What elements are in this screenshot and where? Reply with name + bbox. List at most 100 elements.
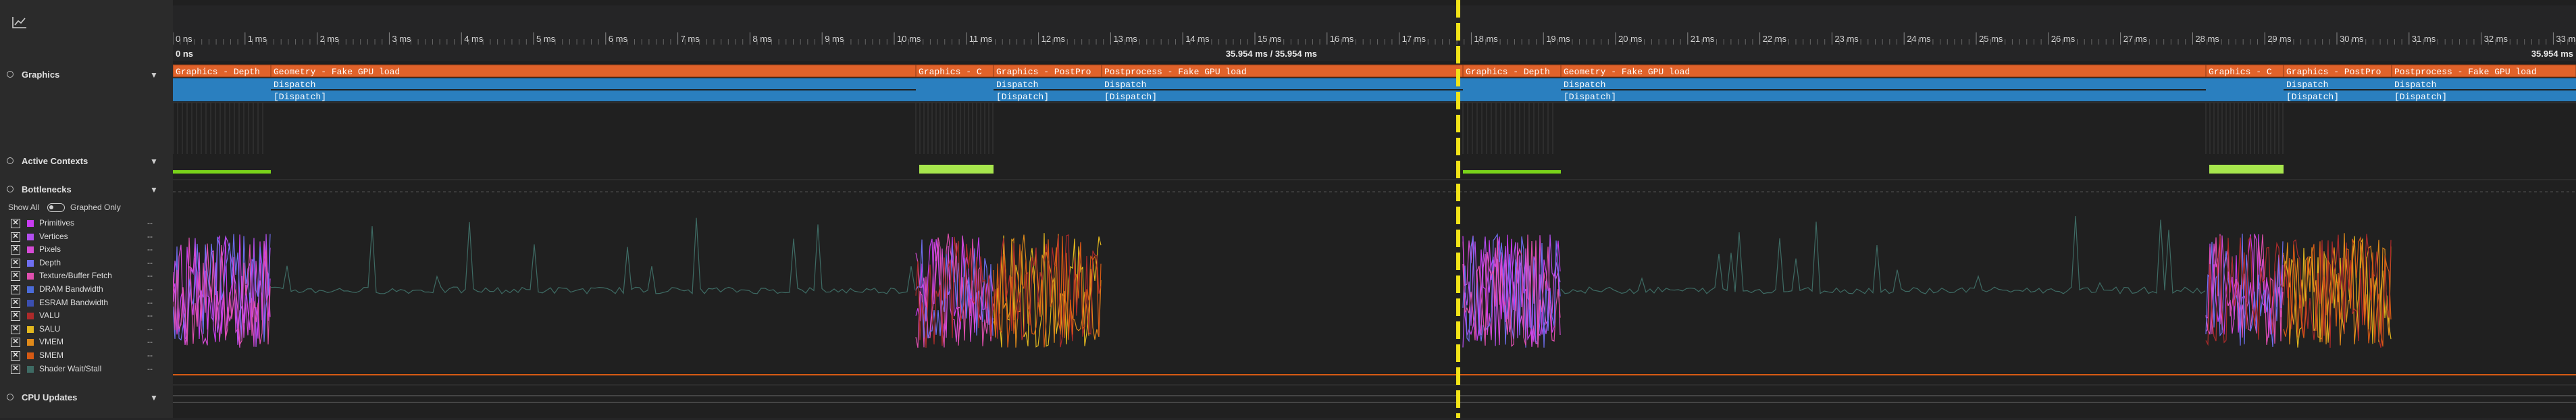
dispatch-bracket-label: [Dispatch] xyxy=(1104,92,1157,102)
dispatch-bar xyxy=(271,90,916,101)
metric-row[interactable]: ✕ Primitives -- xyxy=(11,217,173,230)
graphed-only-toggle[interactable] xyxy=(47,203,65,212)
metric-row[interactable]: ✕ Vertices -- xyxy=(11,231,173,244)
metric-checkbox[interactable]: ✕ xyxy=(11,298,20,308)
metric-checkbox[interactable]: ✕ xyxy=(11,232,20,242)
ruler-label: 21 ms xyxy=(1691,34,1715,44)
section-cpu-updates[interactable]: CPU Updates ▼ xyxy=(0,390,173,405)
chevron-down-icon[interactable]: ▼ xyxy=(150,157,158,166)
dispatch-stub xyxy=(173,78,271,101)
metric-color-swatch xyxy=(27,233,34,240)
gpu-bar-label: Geometry - Fake GPU load xyxy=(274,67,400,77)
metric-value: -- xyxy=(147,297,153,307)
ruler-label: 20 ms xyxy=(1618,34,1643,44)
metric-row[interactable]: ✕ Texture/Buffer Fetch -- xyxy=(11,270,173,283)
metric-value: -- xyxy=(147,218,153,228)
ruler-label: 33 ms xyxy=(2556,34,2576,44)
chevron-down-icon[interactable]: ▼ xyxy=(150,393,158,402)
dispatch-label: Dispatch xyxy=(1104,80,1146,90)
metric-value: -- xyxy=(147,231,153,241)
active-context-bar xyxy=(2209,165,2284,174)
metric-color-swatch xyxy=(27,339,34,346)
timeline-canvas[interactable]: 0 ns 1 ms 2 ms 3 ms 4 ms 5 ms 6 ms 7 ms 8 ms 9 ms… xyxy=(172,0,2576,418)
metric-color-swatch xyxy=(27,273,34,280)
expand-circle-icon xyxy=(7,186,14,192)
gpu-bar-label: Graphics - Depth xyxy=(1466,67,1550,77)
ruler-label: 27 ms xyxy=(2123,34,2148,44)
metric-checkbox[interactable]: ✕ xyxy=(11,245,20,255)
metric-checkbox[interactable]: ✕ xyxy=(11,285,20,294)
metric-row[interactable]: ✕ Depth -- xyxy=(11,257,173,270)
section-bottlenecks-label: Bottlenecks xyxy=(22,184,72,194)
metric-checkbox[interactable]: ✕ xyxy=(11,219,20,228)
ruler-label: 4 ms xyxy=(464,34,484,44)
metric-value: -- xyxy=(147,311,153,321)
ruler-label: 29 ms xyxy=(2267,34,2292,44)
dispatch-bracket-label: [Dispatch] xyxy=(2286,92,2339,102)
active-context-bar xyxy=(173,170,271,174)
metric-color-swatch xyxy=(27,259,34,267)
section-active-contexts[interactable]: Active Contexts ▼ xyxy=(0,154,173,169)
metric-color-swatch xyxy=(27,352,34,359)
metric-row[interactable]: ✕ Pixels -- xyxy=(11,244,173,257)
ruler-label: 23 ms xyxy=(1834,34,1859,44)
metric-row[interactable]: ✕ Shader Wait/Stall -- xyxy=(11,363,173,376)
ruler-cursor-label: 35.954 ms / 35.954 ms xyxy=(1226,49,1317,59)
gpu-bar-label: Graphics - PostPro xyxy=(996,67,1091,77)
ruler-label: 12 ms xyxy=(1041,34,1066,44)
metric-row[interactable]: ✕ SMEM -- xyxy=(11,350,173,363)
section-graphics[interactable]: Graphics ▼ xyxy=(0,68,173,82)
metric-row[interactable]: ✕ ESRAM Bandwidth -- xyxy=(11,297,173,310)
chart-view-button[interactable] xyxy=(11,15,28,30)
metric-checkbox[interactable]: ✕ xyxy=(11,351,20,361)
gpu-bar-label: Graphics - C xyxy=(919,67,982,77)
metric-row[interactable]: ✕ VMEM -- xyxy=(11,336,173,349)
ruler-label: 19 ms xyxy=(1546,34,1570,44)
metric-name: VALU xyxy=(39,311,60,321)
dispatch-label: Dispatch xyxy=(2286,80,2328,90)
metric-checkbox[interactable]: ✕ xyxy=(11,311,20,321)
dispatch-bracket-label: [Dispatch] xyxy=(996,92,1049,102)
ruler-label: 16 ms xyxy=(1330,34,1354,44)
ruler-label: 26 ms xyxy=(2051,34,2076,44)
metric-checkbox[interactable]: ✕ xyxy=(11,364,20,374)
metric-name: Shader Wait/Stall xyxy=(39,363,102,373)
metric-row[interactable]: ✕ SALU -- xyxy=(11,323,173,336)
metric-value: -- xyxy=(147,271,153,281)
metric-color-swatch xyxy=(27,246,34,254)
metric-value: -- xyxy=(147,257,153,267)
chevron-down-icon[interactable]: ▼ xyxy=(150,185,158,194)
active-context-bar xyxy=(919,165,994,174)
metric-value: -- xyxy=(147,284,153,294)
metric-row[interactable]: ✕ DRAM Bandwidth -- xyxy=(11,284,173,296)
ruler-label: 18 ms xyxy=(1474,34,1498,44)
metric-checkbox[interactable]: ✕ xyxy=(11,324,20,334)
dispatch-bracket-label: [Dispatch] xyxy=(1564,92,1616,102)
ruler-label: 31 ms xyxy=(2412,34,2436,44)
ruler-label: 13 ms xyxy=(1113,34,1137,44)
dispatch-bar xyxy=(1102,78,1463,89)
metric-checkbox[interactable]: ✕ xyxy=(11,271,20,282)
timeline-area[interactable]: 0 ns 1 ms 2 ms 3 ms 4 ms 5 ms 6 ms 7 ms 8 ms 9 ms… xyxy=(172,0,2576,418)
ruler-label: 14 ms xyxy=(1185,34,1210,44)
ruler-label: 17 ms xyxy=(1402,34,1426,44)
ruler-label: 25 ms xyxy=(1979,34,2003,44)
metric-checkbox[interactable]: ✕ xyxy=(11,258,20,268)
expand-circle-icon xyxy=(7,71,14,78)
metric-row[interactable]: ✕ VALU -- xyxy=(11,310,173,323)
metric-name: Primitives xyxy=(39,218,75,228)
ruler-label: 9 ms xyxy=(825,34,844,44)
metric-color-swatch xyxy=(27,220,34,227)
section-bottlenecks[interactable]: Bottlenecks ▼ xyxy=(0,182,173,197)
metric-checkbox[interactable]: ✕ xyxy=(11,338,20,348)
ruler-label: 2 ms xyxy=(320,34,340,44)
ruler-label: 0 ns xyxy=(176,34,192,44)
ruler-label: 22 ms xyxy=(1763,34,1787,44)
line-chart-icon xyxy=(12,17,26,28)
chevron-down-icon[interactable]: ▼ xyxy=(150,70,158,80)
metric-name: SALU xyxy=(39,323,61,334)
section-graphics-label: Graphics xyxy=(22,70,60,80)
ruler-label: 3 ms xyxy=(392,34,411,44)
ruler-end-label: 35.954 ms xyxy=(2531,49,2573,59)
gpu-bar-label: Graphics - Depth xyxy=(176,67,260,77)
